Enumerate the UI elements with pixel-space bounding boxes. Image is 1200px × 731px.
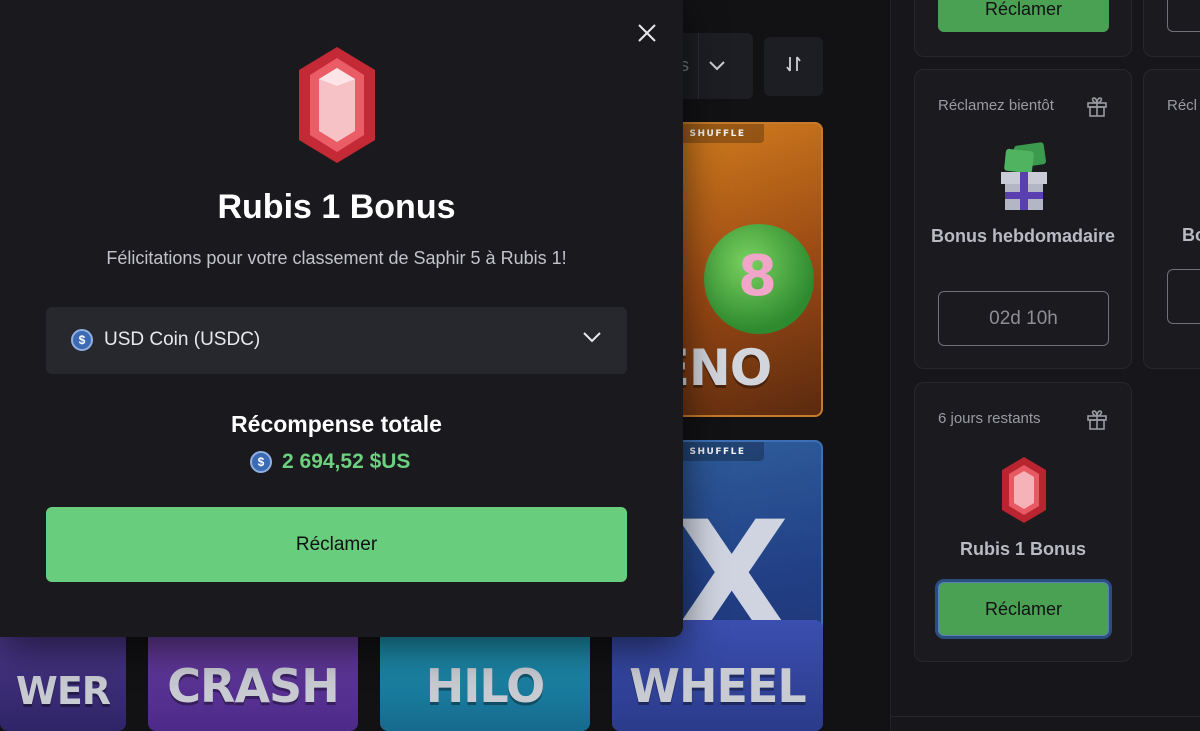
chevron-down-icon	[707, 55, 727, 81]
usdc-icon: $	[250, 451, 272, 473]
game-title: WER	[15, 669, 111, 713]
modal-title: Rubis 1 Bonus	[217, 188, 456, 226]
shuffle-tag: SHUFFLE	[671, 124, 764, 143]
usdc-icon: $	[71, 329, 93, 351]
keno-ball-icon: 8	[704, 224, 814, 334]
gift-icon	[1085, 407, 1109, 431]
currency-select[interactable]: $ USD Coin (USDC)	[46, 307, 627, 374]
ruby-icon	[298, 46, 376, 164]
weekly-bonus-card: Réclamez bientôt Bonus hebdomadaire 02d …	[914, 69, 1132, 369]
reward-card	[1143, 0, 1200, 57]
divider	[698, 33, 699, 99]
ruby-icon	[1001, 456, 1047, 524]
reward-amount: 2 694,52 $US	[282, 450, 411, 473]
game-title: CRASH	[167, 659, 339, 713]
countdown-button[interactable]: 02d 10h	[938, 291, 1109, 346]
reward-amount-row: $ 2 694,52 $US	[250, 449, 410, 475]
shuffle-tag: SHUFFLE	[671, 442, 764, 461]
sort-arrows-icon	[784, 54, 804, 80]
claim-button[interactable]: Réclamer	[938, 0, 1109, 32]
reward-button[interactable]	[1167, 0, 1200, 32]
gift-icon	[1085, 94, 1109, 118]
bonus-claim-modal: Rubis 1 Bonus Félicitations pour votre c…	[0, 0, 683, 637]
rubis-bonus-card: 6 jours restants Rubis 1 Bonus Réclamer	[914, 382, 1132, 662]
divider	[890, 716, 1200, 717]
gift-box-icon	[991, 142, 1057, 212]
modal-subtitle: Félicitations pour votre classement de S…	[106, 248, 567, 268]
card-header: 6 jours restants	[938, 410, 1041, 427]
game-title: WHEEL	[629, 659, 806, 713]
card-header: Récl	[1167, 97, 1198, 114]
reward-button[interactable]	[1167, 269, 1200, 324]
claim-button[interactable]: Réclamer	[938, 582, 1109, 636]
reward-card: Récl Bo	[1143, 69, 1200, 369]
claim-button[interactable]: Réclamer	[46, 507, 627, 582]
bonus-name: Rubis 1 Bonus	[959, 539, 1086, 559]
bonus-name: Bonus hebdomadaire	[930, 226, 1116, 246]
chevron-down-icon	[581, 325, 603, 347]
game-title: HILO	[425, 659, 545, 713]
sort-order-button[interactable]	[764, 37, 823, 96]
reward-title: Récompense totale	[231, 411, 442, 437]
reward-card: Réclamer	[914, 0, 1132, 57]
card-header: Réclamez bientôt	[938, 97, 1054, 114]
currency-label: USD Coin (USDC)	[104, 329, 261, 350]
close-icon[interactable]	[634, 20, 660, 46]
bonus-name: Bo	[1182, 225, 1200, 245]
